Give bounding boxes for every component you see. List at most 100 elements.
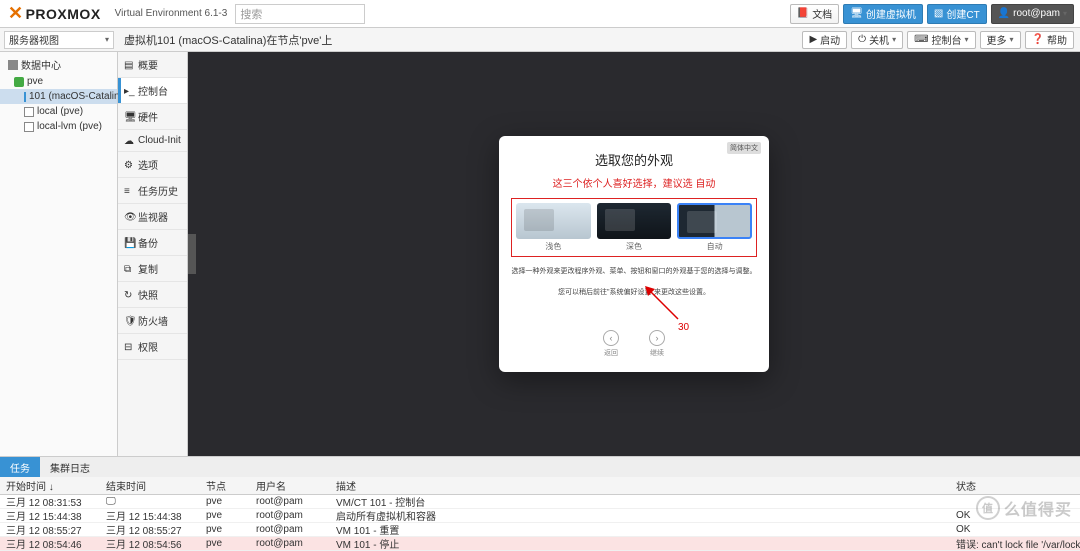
console-button[interactable]: ⌨控制台▾	[907, 31, 975, 49]
user-icon: 👤	[998, 8, 1010, 19]
menu-cloudinit[interactable]: ☁Cloud-Init	[118, 130, 187, 152]
chevron-down-icon: ▾	[105, 35, 109, 44]
storage-icon	[24, 107, 34, 117]
version-label: Virtual Environment 6.1-3	[115, 8, 228, 19]
arrow-right-icon: ›	[656, 333, 659, 343]
log-row[interactable]: 三月 12 08:31:53🖵pveroot@pamVM/CT 101 - 控制…	[0, 495, 1080, 509]
top-bar: ✕ PROXMOX Virtual Environment 6.1-3 搜索 📕…	[0, 0, 1080, 28]
create-ct-button[interactable]: ▧创建CT	[927, 4, 987, 24]
annotation-arrow	[643, 284, 683, 324]
start-button[interactable]: ▶启动	[802, 31, 847, 49]
storage-icon	[24, 122, 34, 132]
terminal-icon: ▸_	[124, 86, 134, 96]
menu-permissions[interactable]: ⊟权限	[118, 334, 187, 360]
theme-thumb-auto	[677, 203, 752, 239]
col-desc[interactable]: 描述	[330, 478, 950, 493]
col-start[interactable]: 开始时间 ↓	[0, 478, 100, 493]
menu-task-history[interactable]: ≡任务历史	[118, 178, 187, 204]
user-menu[interactable]: 👤root@pam▾	[991, 4, 1074, 24]
log-row[interactable]: 三月 12 08:54:46三月 12 08:54:56pveroot@pamV…	[0, 537, 1080, 551]
dialog-title: 选取您的外观	[511, 150, 757, 169]
menu-monitor[interactable]: 👁监视器	[118, 204, 187, 230]
col-node[interactable]: 节点	[200, 478, 250, 493]
menu-options[interactable]: ⚙选项	[118, 152, 187, 178]
logo-icon: ✕	[8, 3, 24, 24]
play-icon: ▶	[809, 34, 817, 45]
col-status[interactable]: 状态	[950, 478, 1080, 493]
disk-icon: 💾	[124, 238, 134, 248]
back-button[interactable]: ‹ 返回	[603, 330, 619, 358]
history-icon: ↻	[124, 290, 134, 300]
tree-node[interactable]: pve	[0, 74, 117, 89]
dialog-desc-2: 您可以稍后前往"系统偏好设置"来更改这些设置。	[511, 288, 757, 299]
more-button[interactable]: 更多▾	[980, 31, 1021, 49]
continue-button[interactable]: › 继续	[649, 330, 665, 358]
log-row[interactable]: 三月 12 08:55:27三月 12 08:55:27pveroot@pamV…	[0, 523, 1080, 537]
language-badge[interactable]: 简体中文	[727, 142, 761, 154]
menu-firewall[interactable]: 🛡防火墙	[118, 308, 187, 334]
theme-dark[interactable]: 深色	[597, 203, 672, 252]
terminal-icon: ⌨	[914, 34, 928, 45]
gear-icon: ⚙	[124, 160, 134, 170]
watermark-icon: 值	[976, 496, 1000, 520]
monitor-icon: 🖥	[850, 8, 863, 19]
tab-tasks[interactable]: 任务	[0, 457, 40, 477]
server-icon	[14, 77, 24, 87]
help-icon: ❓	[1032, 34, 1044, 45]
spinner-icon: 🖵	[106, 496, 116, 507]
arrow-left-icon: ‹	[610, 333, 613, 343]
resource-tree: 数据中心 pve 101 (macOS-Catalina) local (pve…	[0, 52, 118, 456]
menu-hardware[interactable]: 🖥硬件	[118, 104, 187, 130]
note-icon: ▤	[124, 60, 134, 70]
chevron-down-icon: ▾	[1063, 9, 1067, 18]
shutdown-button[interactable]: ⏻关机▾	[851, 31, 903, 49]
cloud-icon: ☁	[124, 136, 134, 146]
tree-datacenter[interactable]: 数据中心	[0, 55, 117, 74]
theme-thumb-light	[516, 203, 591, 239]
menu-console[interactable]: ▸_控制台	[118, 78, 187, 104]
view-dropdown[interactable]: 服务器视图▾	[4, 31, 114, 49]
menu-backup[interactable]: 💾备份	[118, 230, 187, 256]
breadcrumb: 虚拟机101 (macOS-Catalina)在节点'pve'上	[124, 32, 332, 48]
search-input[interactable]: 搜索	[235, 4, 365, 24]
watermark: 值 么值得买	[976, 496, 1072, 520]
power-icon: ⏻	[858, 34, 866, 45]
main-area: 数据中心 pve 101 (macOS-Catalina) local (pve…	[0, 52, 1080, 456]
log-header: 开始时间 ↓ 结束时间 节点 用户名 描述 状态	[0, 477, 1080, 495]
theme-thumb-dark	[597, 203, 672, 239]
col-user[interactable]: 用户名	[250, 478, 330, 493]
menu-replication[interactable]: ⧉复制	[118, 256, 187, 282]
shield-icon: 🛡	[124, 316, 134, 326]
tree-storage-local[interactable]: local (pve)	[0, 104, 117, 119]
docs-button[interactable]: 📕文档	[790, 4, 839, 24]
col-end[interactable]: 结束时间	[100, 478, 200, 493]
task-log-panel: 任务 集群日志 开始时间 ↓ 结束时间 节点 用户名 描述 状态 三月 12 0…	[0, 456, 1080, 551]
logo: ✕ PROXMOX	[0, 3, 109, 24]
tab-cluster-log[interactable]: 集群日志	[40, 457, 100, 477]
vm-side-menu: ▤概要 ▸_控制台 🖥硬件 ☁Cloud-Init ⚙选项 ≡任务历史 👁监视器…	[118, 52, 188, 456]
log-tabs: 任务 集群日志	[0, 457, 1080, 477]
book-icon: 📕	[797, 8, 809, 19]
tree-vm-101[interactable]: 101 (macOS-Catalina)	[0, 89, 117, 104]
dialog-desc-1: 选择一种外观来更改程序外观、菜单、按钮和窗口的外观基于您的选择与调整。	[511, 267, 757, 278]
vm-icon	[24, 92, 26, 102]
theme-auto[interactable]: 自动	[677, 203, 752, 252]
theme-options: 浅色 深色 自动	[511, 198, 757, 257]
monitor-icon: 🖥	[124, 112, 134, 122]
tree-storage-local-lvm[interactable]: local-lvm (pve)	[0, 119, 117, 134]
collapse-handle[interactable]	[188, 234, 196, 274]
vm-console[interactable]: 简体中文 选取您的外观 这三个依个人喜好选择，建议选 自动 浅色 深色 自动 选…	[188, 52, 1080, 456]
list-icon: ≡	[124, 186, 134, 196]
brand-text: PROXMOX	[26, 6, 101, 22]
menu-summary[interactable]: ▤概要	[118, 52, 187, 78]
help-button[interactable]: ❓帮助	[1025, 31, 1074, 49]
datacenter-icon	[8, 60, 18, 70]
dialog-subtitle: 这三个依个人喜好选择，建议选 自动	[511, 175, 757, 190]
lock-icon: ⊟	[124, 342, 134, 352]
theme-light[interactable]: 浅色	[516, 203, 591, 252]
sub-bar: 服务器视图▾ 虚拟机101 (macOS-Catalina)在节点'pve'上 …	[0, 28, 1080, 52]
cube-icon: ▧	[934, 8, 943, 19]
log-row[interactable]: 三月 12 15:44:38三月 12 15:44:38pveroot@pam启…	[0, 509, 1080, 523]
menu-snapshot[interactable]: ↻快照	[118, 282, 187, 308]
create-vm-button[interactable]: 🖥创建虚拟机	[843, 4, 923, 24]
